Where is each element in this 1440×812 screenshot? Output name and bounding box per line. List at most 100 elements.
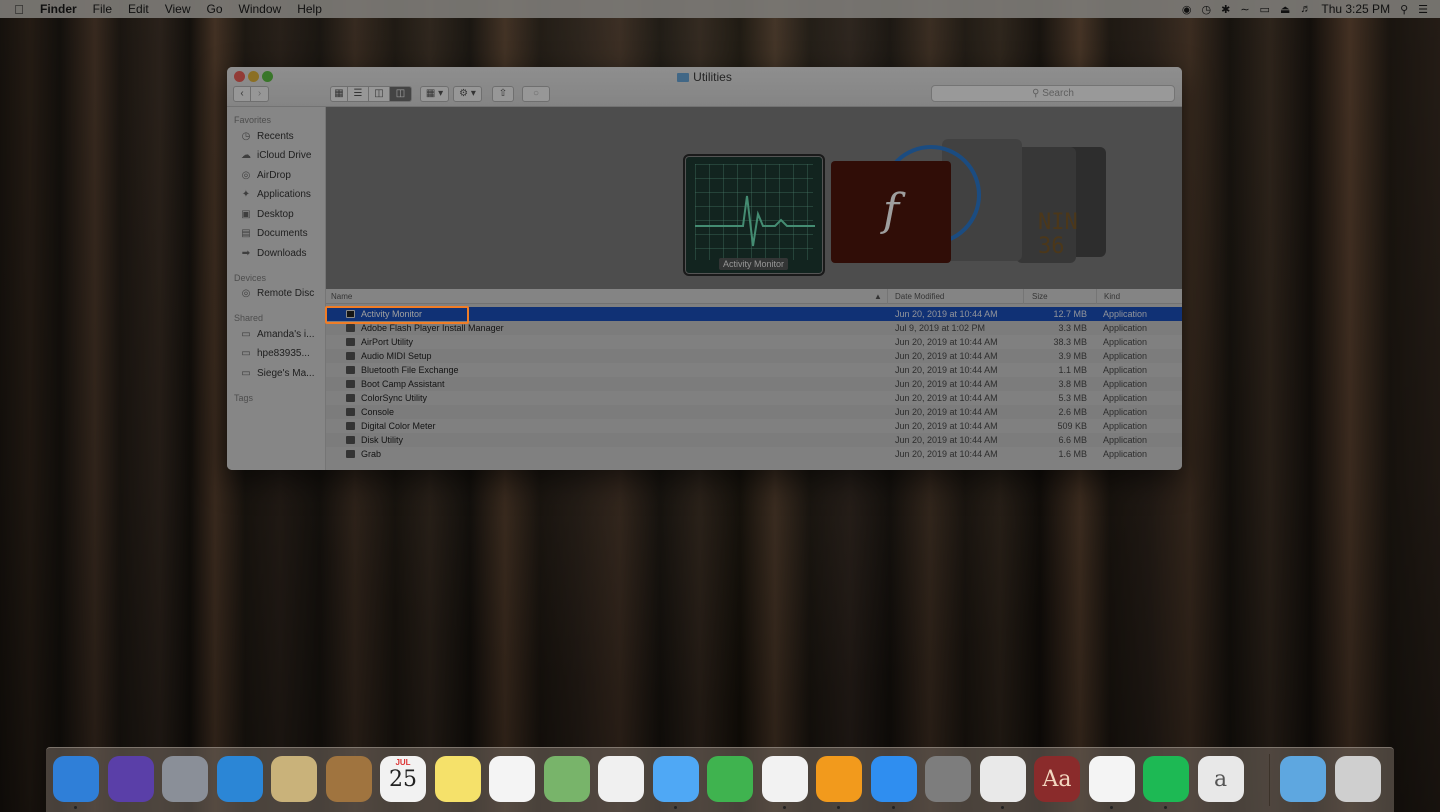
notes-icon[interactable] <box>434 756 481 802</box>
menu-finder[interactable]: Finder <box>38 0 85 18</box>
flash-icon <box>346 324 355 332</box>
applications-icon: ✦ <box>241 188 251 200</box>
menu-file[interactable]: File <box>85 0 120 18</box>
column-divider[interactable] <box>1096 289 1097 304</box>
file-row[interactable]: ColorSync Utility Jun 20, 2019 at 10:44 … <box>326 391 1182 405</box>
facetime-icon[interactable] <box>707 756 753 802</box>
sidebar-item-icloud-drive[interactable]: ☁ iCloud Drive <box>240 147 311 163</box>
trash-icon[interactable] <box>1335 756 1381 802</box>
sidebar-heading-favorites: Favorites <box>234 115 272 125</box>
finder-icon[interactable] <box>53 756 99 802</box>
sidebar-item-airdrop[interactable]: ◎ AirDrop <box>240 167 291 183</box>
menu-help[interactable]: Help <box>289 0 330 18</box>
safari-icon[interactable] <box>216 756 263 802</box>
column-header-name[interactable]: Name <box>331 292 352 301</box>
sidebar-item-desktop[interactable]: ▣ Desktop <box>240 206 293 222</box>
volume-icon[interactable]: ♬ <box>1300 3 1311 15</box>
file-row[interactable]: AirPort Utility Jun 20, 2019 at 10:44 AM… <box>326 335 1182 349</box>
disk-utility-icon <box>346 436 355 444</box>
activity-monitor-preview-icon[interactable]: Activity Monitor <box>683 154 825 276</box>
menu-window[interactable]: Window <box>231 0 290 18</box>
sort-ascending-icon[interactable]: ▲ <box>874 292 882 301</box>
file-row[interactable]: Disk Utility Jun 20, 2019 at 10:44 AM 6.… <box>326 433 1182 447</box>
sidebar-item-shared-3[interactable]: ▭ Siege's Ma... <box>240 365 314 381</box>
file-row[interactable]: Adobe Flash Player Install Manager Jul 9… <box>326 321 1182 335</box>
spotify-icon[interactable] <box>1143 756 1189 802</box>
file-name: Digital Color Meter <box>361 421 436 431</box>
system-preferences-icon[interactable] <box>925 756 971 802</box>
sidebar-item-shared-2[interactable]: ▭ hpe83935... <box>240 345 310 361</box>
sidebar-item-recents[interactable]: ◷ Recents <box>240 128 294 144</box>
menu-edit[interactable]: Edit <box>120 0 157 18</box>
bluetooth-icon[interactable]: ✱ <box>1221 3 1230 16</box>
ibooks-icon[interactable] <box>816 756 862 802</box>
chrome-icon[interactable] <box>979 756 1026 802</box>
back-button[interactable]: ‹ <box>233 86 251 102</box>
grab-icon <box>346 450 355 458</box>
sidebar-item-remote-disc[interactable]: ◎ Remote Disc <box>240 285 315 301</box>
sidebar-item-applications[interactable]: ✦ Applications <box>240 186 311 202</box>
script-editor-label: a <box>1213 766 1228 792</box>
dictionary-icon[interactable]: Aa <box>1034 756 1080 802</box>
flash-player-icon[interactable]: f <box>831 161 951 263</box>
eject-icon[interactable]: ⏏ <box>1280 3 1290 16</box>
app-store-icon[interactable] <box>870 756 917 802</box>
notification-center-icon[interactable]: ☰ <box>1418 3 1428 16</box>
clock[interactable]: Thu 3:25 PM <box>1321 2 1390 16</box>
share-button[interactable]: ⇧ <box>492 86 514 102</box>
script-editor-icon[interactable]: a <box>1197 756 1244 802</box>
photos-icon[interactable] <box>598 756 644 802</box>
action-gear-button[interactable]: ⚙ ▾ <box>453 86 482 102</box>
file-row[interactable]: Console Jun 20, 2019 at 10:44 AM 2.6 MB … <box>326 405 1182 419</box>
sidebar-item-shared-1[interactable]: ▭ Amanda's i... <box>240 326 314 342</box>
column-header-date[interactable]: Date Modified <box>895 292 944 301</box>
computer-icon: ▭ <box>241 328 251 340</box>
download-icon: ➡ <box>241 247 251 259</box>
column-header-kind[interactable]: Kind <box>1104 292 1120 301</box>
search-input[interactable]: ⚲ Search <box>931 85 1175 102</box>
contacts-icon[interactable] <box>325 756 372 802</box>
file-row[interactable]: Boot Camp Assistant Jun 20, 2019 at 10:4… <box>326 377 1182 391</box>
running-indicator <box>1109 806 1113 809</box>
file-name: Boot Camp Assistant <box>361 379 445 389</box>
file-kind: Application <box>1103 309 1148 319</box>
launchpad-icon[interactable] <box>162 756 208 802</box>
file-row[interactable]: Digital Color Meter Jun 20, 2019 at 10:4… <box>326 419 1182 433</box>
spotlight-icon[interactable]: ⚲ <box>1400 3 1408 16</box>
downloads-folder-icon[interactable] <box>1280 756 1326 802</box>
file-row-activity-monitor[interactable]: Activity Monitor Jun 20, 2019 at 10:44 A… <box>326 307 1182 321</box>
apple-menu-icon[interactable]:  <box>0 2 38 17</box>
tag-button[interactable]: ○ <box>522 86 550 102</box>
reminders-icon[interactable] <box>489 756 535 802</box>
file-date: Jun 20, 2019 at 10:44 AM <box>895 393 998 403</box>
wifi-icon[interactable]: ∼ <box>1240 3 1249 16</box>
siri-icon[interactable] <box>107 756 154 802</box>
maps-icon[interactable] <box>543 756 590 802</box>
column-divider[interactable] <box>887 289 888 304</box>
column-header-size[interactable]: Size <box>1032 292 1048 301</box>
messages-icon[interactable] <box>652 756 699 802</box>
calendar-icon[interactable]: 25 JUL <box>380 756 426 802</box>
list-view-button[interactable]: ☰ <box>348 86 369 102</box>
mail-stamp-icon[interactable] <box>271 756 317 802</box>
file-row[interactable]: Audio MIDI Setup Jun 20, 2019 at 10:44 A… <box>326 349 1182 363</box>
icon-view-button[interactable]: ▦ <box>330 86 348 102</box>
menu-go[interactable]: Go <box>199 0 231 18</box>
airport-icon <box>346 338 355 346</box>
menu-view[interactable]: View <box>157 0 199 18</box>
app-status-icon[interactable]: ◉ <box>1182 3 1192 16</box>
file-name: Adobe Flash Player Install Manager <box>361 323 504 333</box>
column-view-button[interactable]: ◫ <box>369 86 390 102</box>
slack-icon[interactable] <box>1088 756 1135 802</box>
forward-button[interactable]: › <box>251 86 269 102</box>
airplay-icon[interactable]: ▭ <box>1260 3 1270 16</box>
file-row[interactable]: Bluetooth File Exchange Jun 20, 2019 at … <box>326 363 1182 377</box>
time-machine-icon[interactable]: ◷ <box>1202 3 1212 16</box>
file-row[interactable]: Grab Jun 20, 2019 at 10:44 AM 1.6 MB App… <box>326 447 1182 461</box>
column-divider[interactable] <box>1023 289 1024 304</box>
gallery-view-button[interactable]: ◫ <box>390 86 412 102</box>
sidebar-item-documents[interactable]: ▤ Documents <box>240 225 307 241</box>
group-by-button[interactable]: ▦ ▾ <box>420 86 449 102</box>
itunes-icon[interactable] <box>761 756 808 802</box>
sidebar-item-downloads[interactable]: ➡ Downloads <box>240 245 307 261</box>
